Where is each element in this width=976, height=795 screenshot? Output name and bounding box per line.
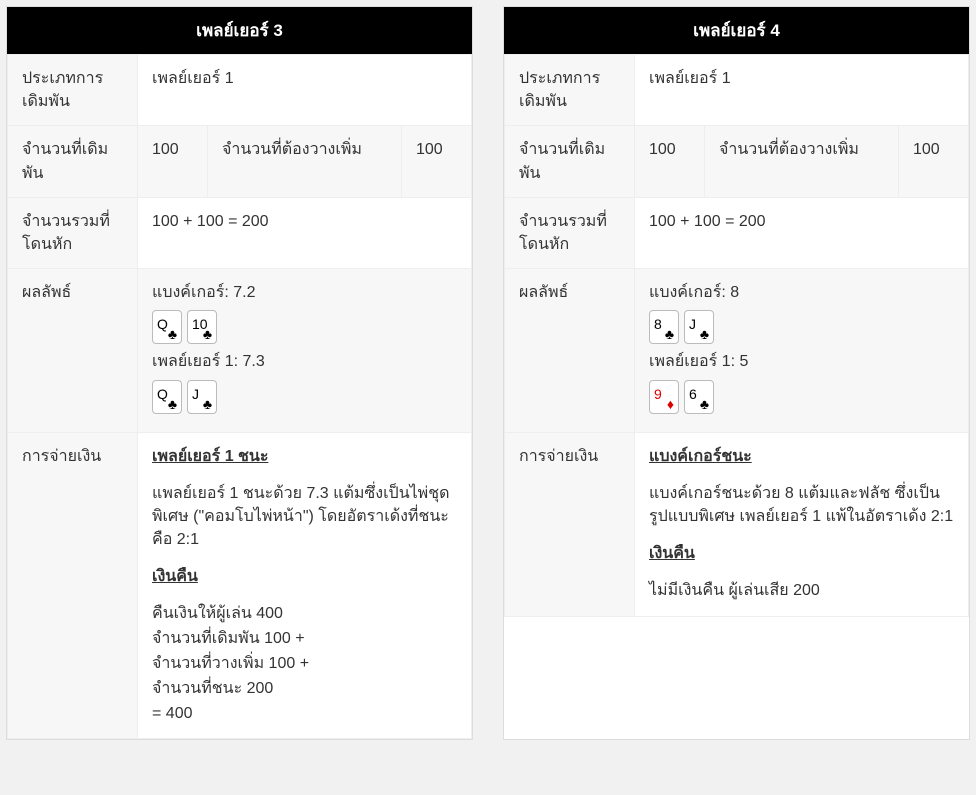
playing-card: Q♣ [152, 380, 182, 414]
refund-lines: ไม่มีเงินคืน ผู้เล่นเสีย 200 [649, 579, 954, 604]
card-suit-icon: ♣ [168, 397, 177, 411]
playing-card: 6♣ [684, 380, 714, 414]
payout-cell: เพลย์เยอร์ 1 ชนะ แพลย์เยอร์ 1 ชนะด้วย 7.… [138, 432, 472, 739]
refund-line: จำนวนที่วางเพิ่ม 100 + [152, 652, 457, 677]
bet-type-label: ประเภทการเดิมพัน [8, 55, 138, 126]
banker-score: แบงค์เกอร์: 7.2 [152, 281, 457, 304]
refund-title: เงินคืน [649, 542, 695, 565]
playing-card: Q♣ [152, 310, 182, 344]
extra-value: 100 [402, 126, 472, 197]
banker-cards: Q♣10♣ [152, 310, 457, 344]
refund-title: เงินคืน [152, 565, 198, 588]
refund-line: จำนวนที่เดิมพัน 100 + [152, 627, 457, 652]
card-suit-icon: ♣ [168, 327, 177, 341]
card-suit-icon: ♣ [700, 397, 709, 411]
card-suit-icon: ♦ [667, 397, 674, 411]
payout-desc: แพลย์เยอร์ 1 ชนะด้วย 7.3 แต้มซึ่งเป็นไพ่… [152, 482, 457, 552]
playing-card: J♣ [187, 380, 217, 414]
playing-card: 9♦ [649, 380, 679, 414]
card-rank: Q [157, 314, 168, 334]
card-rank: 6 [689, 384, 697, 404]
card-suit-icon: ♣ [203, 397, 212, 411]
info-table: ประเภทการเดิมพัน เพลย์เยอร์ 1 จำนวนที่เด… [504, 54, 969, 617]
total-value: 100 + 100 = 200 [635, 197, 969, 268]
total-label: จำนวนรวมที่โดนหัก [8, 197, 138, 268]
panel-title: เพลย์เยอร์ 3 [7, 7, 472, 54]
refund-lines: คืนเงินให้ผู้เล่น 400จำนวนที่เดิมพัน 100… [152, 602, 457, 726]
player-cards: 9♦6♣ [649, 380, 954, 414]
payout-label: การจ่ายเงิน [505, 432, 635, 617]
card-rank: J [689, 314, 696, 334]
refund-line: = 400 [152, 702, 457, 727]
payout-label: การจ่ายเงิน [8, 432, 138, 739]
payout-cell: แบงค์เกอร์ชนะ แบงค์เกอร์ชนะด้วย 8 แต้มแล… [635, 432, 969, 617]
result-cell: แบงค์เกอร์: 7.2 Q♣10♣ เพลย์เยอร์ 1: 7.3 … [138, 269, 472, 432]
bet-amount-value: 100 [138, 126, 208, 197]
player-panel: เพลย์เยอร์ 3 ประเภทการเดิมพัน เพลย์เยอร์… [6, 6, 473, 740]
player-score: เพลย์เยอร์ 1: 5 [649, 350, 954, 373]
extra-label: จำนวนที่ต้องวางเพิ่ม [705, 126, 899, 197]
refund-line: คืนเงินให้ผู้เล่น 400 [152, 602, 457, 627]
panel-title: เพลย์เยอร์ 4 [504, 7, 969, 54]
player-score: เพลย์เยอร์ 1: 7.3 [152, 350, 457, 373]
info-table: ประเภทการเดิมพัน เพลย์เยอร์ 1 จำนวนที่เด… [7, 54, 472, 739]
total-value: 100 + 100 = 200 [138, 197, 472, 268]
panels-container: เพลย์เยอร์ 3 ประเภทการเดิมพัน เพลย์เยอร์… [0, 0, 976, 746]
card-suit-icon: ♣ [700, 327, 709, 341]
card-suit-icon: ♣ [665, 327, 674, 341]
bet-type-value: เพลย์เยอร์ 1 [635, 55, 969, 126]
banker-score: แบงค์เกอร์: 8 [649, 281, 954, 304]
player-cards: Q♣J♣ [152, 380, 457, 414]
result-cell: แบงค์เกอร์: 8 8♣J♣ เพลย์เยอร์ 1: 5 9♦6♣ [635, 269, 969, 432]
result-label: ผลลัพธ์ [8, 269, 138, 432]
extra-value: 100 [899, 126, 969, 197]
card-suit-icon: ♣ [203, 327, 212, 341]
playing-card: J♣ [684, 310, 714, 344]
payout-headline: เพลย์เยอร์ 1 ชนะ [152, 445, 268, 468]
card-rank: 9 [654, 384, 662, 404]
refund-line: ไม่มีเงินคืน ผู้เล่นเสีย 200 [649, 579, 954, 604]
payout-headline: แบงค์เกอร์ชนะ [649, 445, 752, 468]
bet-type-value: เพลย์เยอร์ 1 [138, 55, 472, 126]
bet-amount-label: จำนวนที่เดิมพัน [8, 126, 138, 197]
refund-line: จำนวนที่ชนะ 200 [152, 677, 457, 702]
player-panel: เพลย์เยอร์ 4 ประเภทการเดิมพัน เพลย์เยอร์… [503, 6, 970, 740]
card-rank: Q [157, 384, 168, 404]
banker-cards: 8♣J♣ [649, 310, 954, 344]
playing-card: 8♣ [649, 310, 679, 344]
extra-label: จำนวนที่ต้องวางเพิ่ม [208, 126, 402, 197]
bet-type-label: ประเภทการเดิมพัน [505, 55, 635, 126]
card-rank: 8 [654, 314, 662, 334]
bet-amount-value: 100 [635, 126, 705, 197]
total-label: จำนวนรวมที่โดนหัก [505, 197, 635, 268]
card-rank: J [192, 384, 199, 404]
result-label: ผลลัพธ์ [505, 269, 635, 432]
playing-card: 10♣ [187, 310, 217, 344]
bet-amount-label: จำนวนที่เดิมพัน [505, 126, 635, 197]
payout-desc: แบงค์เกอร์ชนะด้วย 8 แต้มและฟลัช ซึ่งเป็น… [649, 482, 954, 528]
